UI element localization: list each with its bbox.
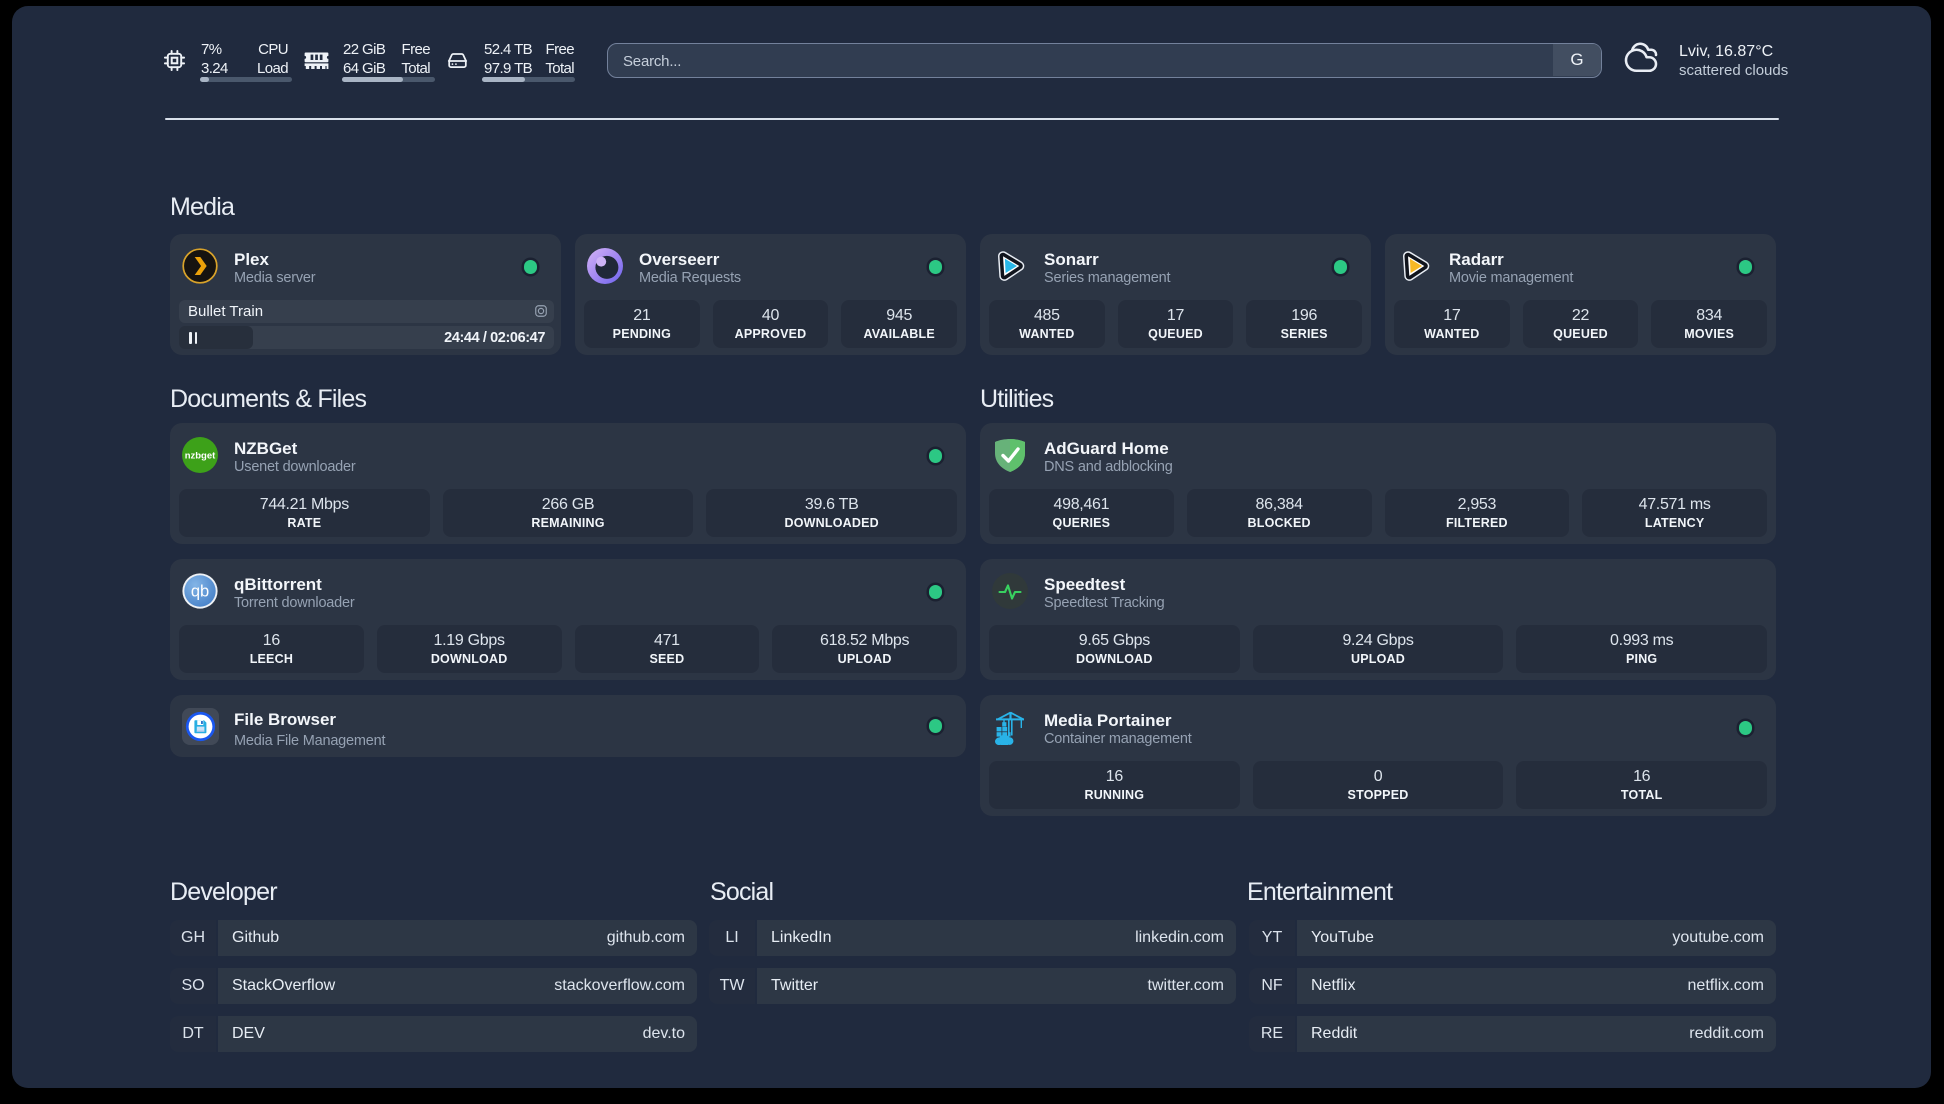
svg-text:qb: qb [191,583,209,601]
svg-text:nzbget: nzbget [185,451,216,462]
